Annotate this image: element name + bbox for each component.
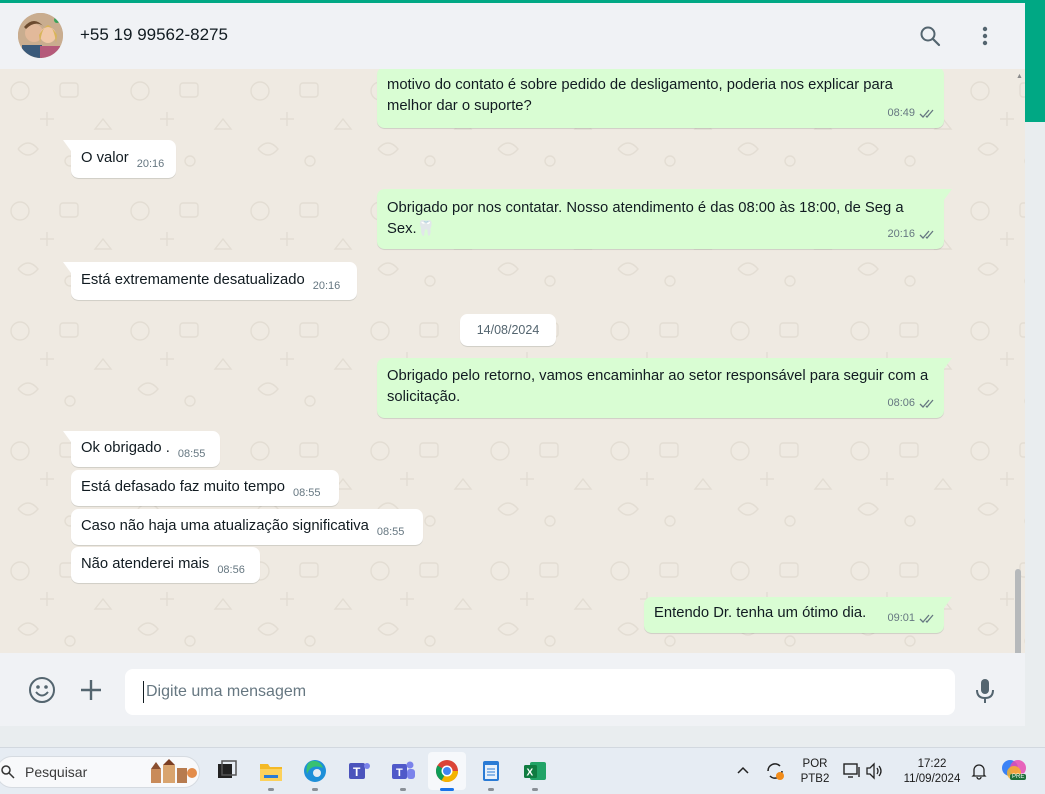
message-list[interactable]: motivo do contato é sobre pedido de desl… xyxy=(0,69,1025,653)
chat-header: +55 19 99562-8275 xyxy=(0,3,1025,69)
language-label: POR xyxy=(802,758,828,770)
input-language[interactable]: POR PTB2 xyxy=(798,757,832,787)
incoming-message[interactable]: Caso não haja uma atualização significat… xyxy=(71,509,423,545)
incoming-message[interactable]: Está defasado faz muito tempo 08:55 xyxy=(71,470,339,506)
copilot-preview-badge: PRE xyxy=(1010,774,1027,780)
network-icon[interactable] xyxy=(842,761,862,786)
svg-text:X: X xyxy=(527,768,534,779)
message-time: 08:49 xyxy=(887,107,915,119)
edge-icon[interactable] xyxy=(302,758,328,784)
message-text: Está defasado faz muito tempo xyxy=(81,479,285,495)
message-text: Caso não haja uma atualização significat… xyxy=(81,518,369,534)
message-time: 20:16 xyxy=(312,280,341,292)
message-time: 08:55 xyxy=(293,487,321,499)
message-text: motivo do contato é sobre pedido de desl… xyxy=(387,77,893,114)
clock-time: 17:22 xyxy=(917,758,947,770)
clock-date: 11/09/2024 xyxy=(903,773,961,785)
notification-bell-icon[interactable] xyxy=(970,762,988,785)
scrollbar-thumb[interactable] xyxy=(1015,569,1021,653)
outgoing-message[interactable]: Obrigado por nos contatar. Nosso atendim… xyxy=(377,189,952,249)
message-text: Entendo Dr. tenha um ótimo dia. xyxy=(654,605,867,621)
date-divider: 14/08/2024 xyxy=(460,314,556,346)
message-text: Não atenderei mais xyxy=(81,556,210,572)
outgoing-message[interactable]: Entendo Dr. tenha um ótimo dia. 09:01 xyxy=(644,597,952,633)
text-caret xyxy=(143,681,144,703)
message-time: 20:16 xyxy=(887,228,915,240)
message-text: Obrigado por nos contatar. Nosso atendim… xyxy=(387,200,904,237)
window-side-gutter xyxy=(1025,122,1045,747)
microphone-icon[interactable] xyxy=(974,677,996,710)
scroll-up-arrow-icon[interactable]: ▲ xyxy=(1016,73,1023,80)
taskbar-clock[interactable]: 17:22 11/09/2024 xyxy=(896,757,968,787)
sync-icon[interactable] xyxy=(764,760,786,787)
kebab-menu-icon[interactable] xyxy=(972,23,998,49)
message-text: Está extremamente desatualizado xyxy=(81,272,305,288)
incoming-message[interactable]: O valor 20:16 xyxy=(63,140,176,178)
message-time: 08:55 xyxy=(376,526,405,538)
incoming-message[interactable]: Está extremamente desatualizado 20:16 xyxy=(63,262,357,300)
windows-taskbar: Pesquisar T T X POR PTB2 17:22 11/09/202… xyxy=(0,747,1045,794)
plus-icon[interactable] xyxy=(78,677,104,708)
contact-name[interactable]: +55 19 99562-8275 xyxy=(80,25,228,45)
show-hidden-icons-chevron-icon[interactable] xyxy=(736,763,750,782)
read-ticks-icon xyxy=(919,230,934,239)
message-input[interactable]: Digite uma mensagem xyxy=(125,669,955,715)
message-time: 08:55 xyxy=(177,448,206,460)
chrome-icon[interactable] xyxy=(434,758,460,784)
search-icon xyxy=(1,765,15,779)
excel-icon[interactable]: X xyxy=(522,758,548,784)
outgoing-message[interactable]: motivo do contato é sobre pedido de desl… xyxy=(377,69,944,128)
taskbar-search[interactable]: Pesquisar xyxy=(0,756,200,788)
window-accent-edge xyxy=(1025,3,1045,122)
message-input-placeholder: Digite uma mensagem xyxy=(146,683,307,700)
read-ticks-icon xyxy=(919,614,934,623)
incoming-message[interactable]: Não atenderei mais 08:56 xyxy=(71,547,260,583)
teams-education-icon[interactable]: T xyxy=(346,758,372,784)
search-highlight-icon xyxy=(151,759,197,783)
svg-text:T: T xyxy=(353,765,361,779)
svg-text:T: T xyxy=(396,767,403,779)
keyboard-layout-label: PTB2 xyxy=(800,773,830,785)
message-text: O valor xyxy=(81,150,129,166)
active-app-indicator xyxy=(440,788,454,791)
emoji-icon[interactable] xyxy=(28,676,56,709)
read-ticks-icon xyxy=(919,399,934,408)
outgoing-message[interactable]: Obrigado pelo retorno, vamos encaminhar … xyxy=(377,358,952,418)
teams-icon[interactable]: T xyxy=(390,758,416,784)
copilot-icon[interactable]: PRE xyxy=(1000,756,1028,786)
taskbar-search-label: Pesquisar xyxy=(25,764,88,780)
message-text: Obrigado pelo retorno, vamos encaminhar … xyxy=(387,368,929,405)
volume-icon[interactable] xyxy=(864,761,884,786)
avatar[interactable] xyxy=(18,13,63,58)
message-composer: Digite uma mensagem xyxy=(0,653,1025,726)
message-time: 09:01 xyxy=(887,612,915,624)
notepad-icon[interactable] xyxy=(478,758,504,784)
read-ticks-icon xyxy=(919,109,934,118)
incoming-message[interactable]: Ok obrigado . 08:55 xyxy=(63,431,220,467)
message-time: 08:56 xyxy=(217,564,245,576)
message-time: 08:06 xyxy=(887,397,915,409)
search-icon[interactable] xyxy=(917,23,943,49)
file-explorer-icon[interactable] xyxy=(258,758,284,784)
message-time: 20:16 xyxy=(136,158,165,170)
task-view-icon[interactable] xyxy=(214,758,240,784)
message-text: Ok obrigado . xyxy=(81,440,170,456)
